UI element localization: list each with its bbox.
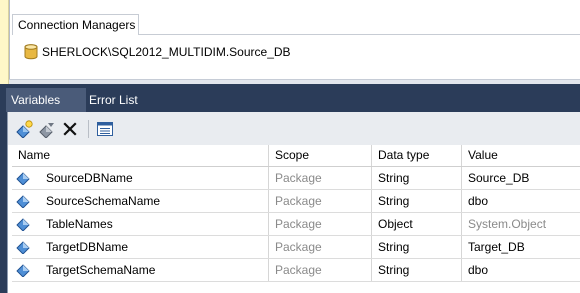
delete-icon (63, 121, 77, 136)
variable-scope-cell: Package (268, 167, 371, 189)
column-header-name[interactable]: Name (12, 145, 268, 166)
table-row[interactable]: TargetSchemaName Package String dbo (12, 259, 580, 282)
connection-managers-scroll-area (9, 79, 580, 84)
toolbar-separator (88, 119, 89, 138)
variable-icon (16, 264, 30, 277)
variable-icon (16, 195, 30, 208)
variable-value-cell[interactable]: Target_DB (461, 236, 580, 258)
variable-scope-cell: Package (268, 190, 371, 212)
tab-connection-managers[interactable]: Connection Managers (12, 14, 139, 35)
delete-variable-button[interactable] (60, 119, 80, 139)
table-row[interactable]: TableNames Package Object System.Object (12, 213, 580, 236)
table-row[interactable]: SourceSchemaName Package String dbo (12, 190, 580, 213)
variable-value-cell: System.Object (461, 213, 580, 235)
table-row[interactable]: TargetDBName Package String Target_DB (12, 236, 580, 259)
table-row[interactable]: SourceDBName Package String Source_DB (12, 167, 580, 190)
grid-header-row: Name Scope Data type Value (12, 145, 580, 167)
variable-name: SourceDBName (46, 171, 133, 185)
variable-scope-cell: Package (268, 236, 371, 258)
connection-managers-tabstrip: Connection Managers (10, 0, 580, 35)
variable-icon (16, 218, 30, 231)
connection-manager-label: SHERLOCK\SQL2012_MULTIDIM.Source_DB (42, 45, 291, 59)
grid-options-icon (97, 121, 113, 136)
tab-variables[interactable]: Variables (6, 88, 86, 112)
variable-value-cell[interactable]: dbo (461, 259, 580, 281)
move-variable-button[interactable] (37, 119, 57, 139)
column-header-scope[interactable]: Scope (268, 145, 371, 166)
tabstrip-divider (139, 34, 580, 35)
variable-name: TargetSchemaName (46, 263, 156, 277)
connection-managers-body: Connection Managers SHERLOCK\SQL2012_MUL… (9, 0, 580, 79)
database-icon (24, 44, 38, 60)
variable-name: TargetDBName (46, 240, 129, 254)
variable-name-cell[interactable]: SourceDBName (12, 167, 268, 189)
variable-data-type-cell[interactable]: String (371, 190, 461, 212)
variable-value-cell[interactable]: dbo (461, 190, 580, 212)
variable-scope-cell: Package (268, 213, 371, 235)
variable-name: TableNames (46, 217, 113, 231)
variable-name: SourceSchemaName (46, 194, 161, 208)
move-variable-icon (39, 122, 54, 138)
variable-data-type-cell[interactable]: String (371, 167, 461, 189)
variable-name-cell[interactable]: TargetSchemaName (12, 259, 268, 281)
column-header-data-type[interactable]: Data type (371, 145, 461, 166)
tool-window-tabs: Variables Error List (0, 88, 580, 112)
variable-icon (16, 241, 30, 254)
variable-name-cell[interactable]: TargetDBName (12, 236, 268, 258)
variable-scope-cell: Package (268, 259, 371, 281)
variable-icon (16, 172, 30, 185)
variable-data-type-cell[interactable]: String (371, 259, 461, 281)
add-variable-icon (16, 119, 33, 138)
variables-toolbar (8, 112, 580, 145)
connection-manager-item[interactable]: SHERLOCK\SQL2012_MULTIDIM.Source_DB (24, 43, 291, 61)
column-header-value[interactable]: Value (461, 145, 580, 166)
designer-margin (0, 0, 9, 84)
variables-grid: Name Scope Data type Value SourceDBName … (12, 145, 580, 282)
connection-managers-panel: Connection Managers SHERLOCK\SQL2012_MUL… (0, 0, 580, 84)
variable-value-cell[interactable]: Source_DB (461, 167, 580, 189)
add-variable-button[interactable] (14, 119, 34, 139)
variable-data-type-cell[interactable]: String (371, 236, 461, 258)
variable-name-cell[interactable]: SourceSchemaName (12, 190, 268, 212)
grid-options-button[interactable] (95, 119, 115, 139)
variables-panel: Name Scope Data type Value SourceDBName … (7, 112, 580, 293)
variable-data-type-cell[interactable]: Object (371, 213, 461, 235)
tab-error-list[interactable]: Error List (89, 88, 169, 112)
variable-name-cell[interactable]: TableNames (12, 213, 268, 235)
